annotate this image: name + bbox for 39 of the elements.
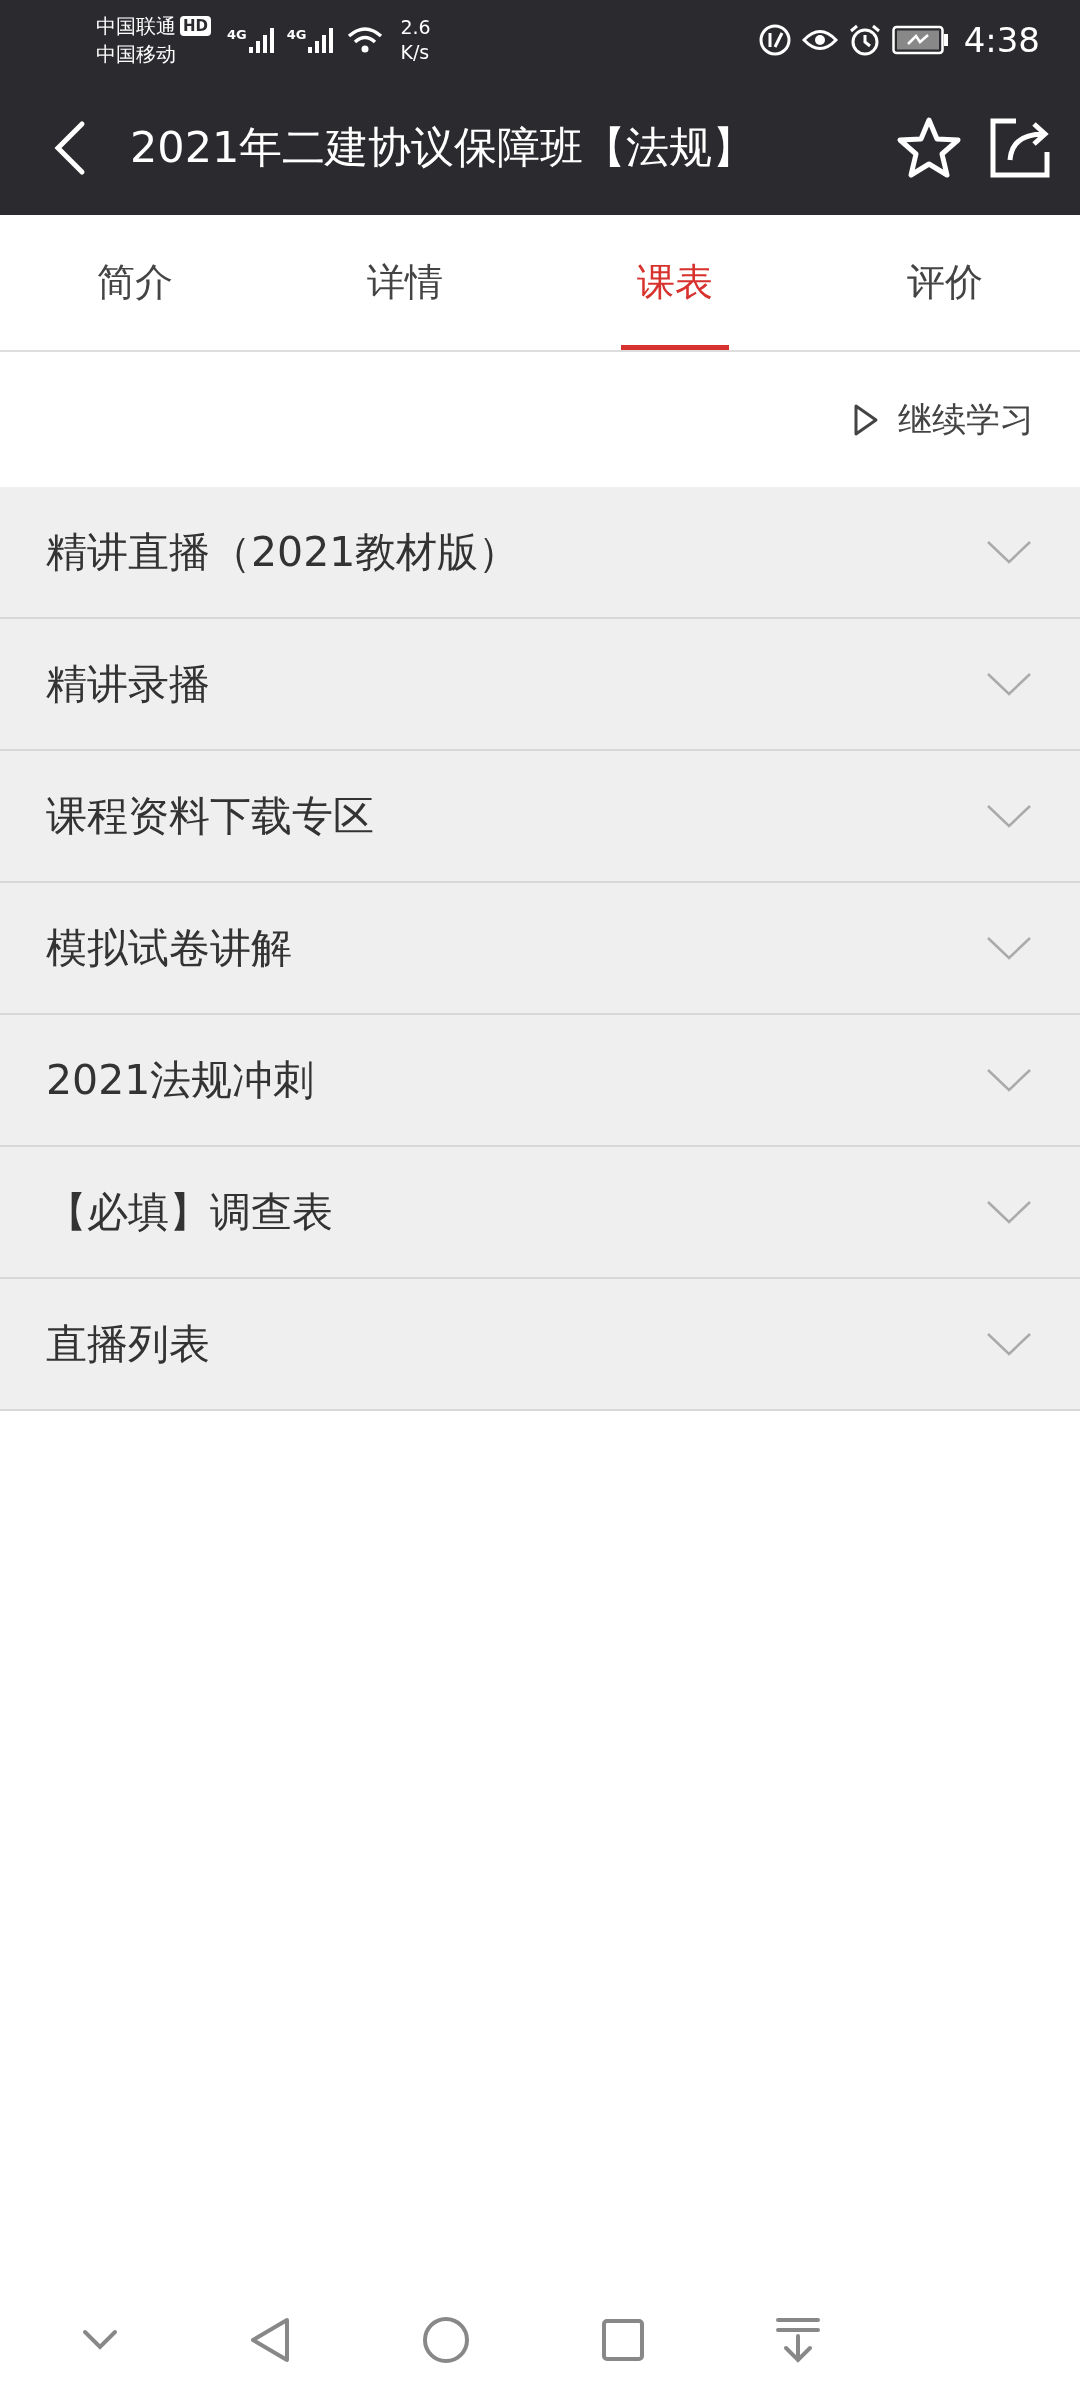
section-header[interactable]: 模拟试卷讲解 xyxy=(0,883,1080,1015)
section-header[interactable]: 精讲直播（2021教材版） xyxy=(0,487,1080,619)
alarm-icon xyxy=(847,23,882,57)
network-label: 4G xyxy=(286,27,307,42)
clock-time: 4:38 xyxy=(963,20,1040,60)
course-title: 2021年二建协议保障班【法规】 xyxy=(130,120,757,174)
battery-icon xyxy=(891,25,950,55)
section-header[interactable]: 直播列表 xyxy=(0,1279,1080,1411)
section-header[interactable]: 精讲录播 xyxy=(0,619,1080,751)
section-title: 精讲录播 xyxy=(46,658,210,710)
tab[interactable]: 详情 xyxy=(270,215,540,350)
section-title: 直播列表 xyxy=(46,1318,210,1370)
continue-button[interactable]: 继续学习 xyxy=(852,396,1034,443)
network-label: 4G xyxy=(227,27,247,42)
tab[interactable]: 评价 xyxy=(810,215,1080,350)
section-title: 精讲直播（2021教材版） xyxy=(46,526,520,578)
carrier-name: 中国联通 xyxy=(96,13,176,40)
section-title: 课程资料下载专区 xyxy=(46,790,374,842)
hd-badge: HD xyxy=(180,16,211,36)
star-icon[interactable] xyxy=(896,115,962,180)
section-header[interactable]: 2021法规冲刺 xyxy=(0,1015,1080,1147)
home-icon[interactable] xyxy=(422,2316,470,2364)
tab[interactable]: 课表 xyxy=(540,215,810,350)
section-header[interactable]: 【必填】调查表 xyxy=(0,1147,1080,1279)
speed-value: 2.6 xyxy=(400,15,431,40)
section-header[interactable]: 课程资料下载专区 xyxy=(0,751,1080,883)
carrier-name: 中国移动 xyxy=(96,41,177,68)
section-title: 模拟试卷讲解 xyxy=(46,922,292,974)
wifi-icon xyxy=(346,25,385,55)
signal-icon xyxy=(246,25,277,55)
recents-icon[interactable] xyxy=(601,2318,645,2362)
collapse-icon[interactable] xyxy=(82,2329,118,2351)
tab[interactable]: 简介 xyxy=(0,215,270,350)
speed-unit: K/s xyxy=(400,40,431,65)
data-saver-icon xyxy=(757,23,792,57)
section-title: 【必填】调查表 xyxy=(46,1186,333,1238)
download-icon[interactable] xyxy=(776,2316,820,2364)
section-title: 2021法规冲刺 xyxy=(46,1054,315,1106)
eye-icon xyxy=(801,27,838,53)
